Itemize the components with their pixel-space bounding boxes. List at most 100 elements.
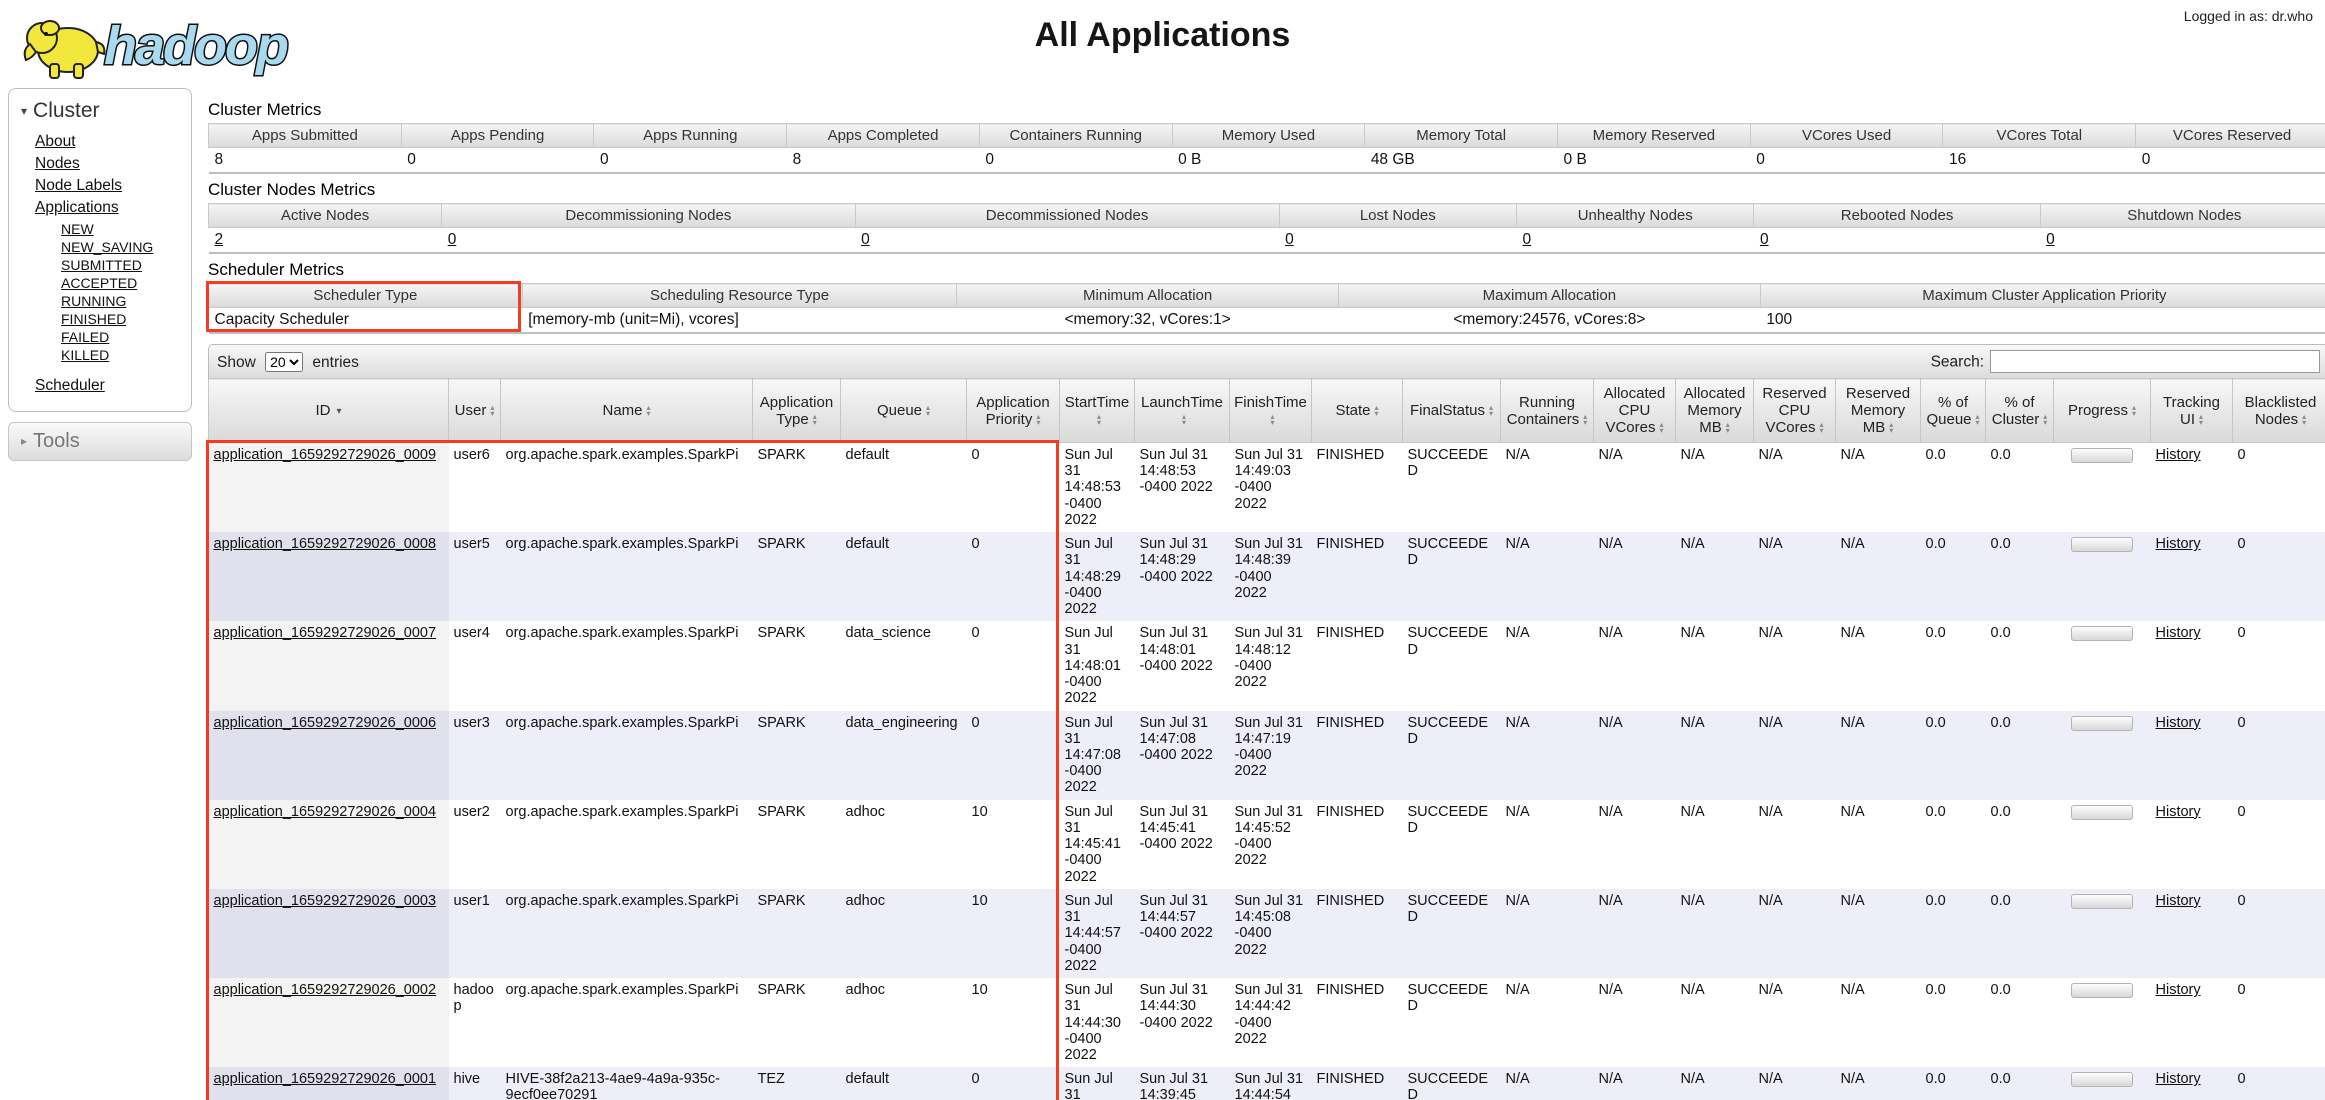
- cell-user: user5: [449, 532, 501, 621]
- application-link[interactable]: application_1659292729026_0001: [214, 1071, 437, 1087]
- cluster-nodes-metrics-title: Cluster Nodes Metrics: [208, 180, 2325, 200]
- sidebar-state-new-saving[interactable]: NEW_SAVING: [61, 239, 185, 255]
- rebooted-nodes-link[interactable]: 0: [1760, 231, 1769, 248]
- sidebar-state-submitted[interactable]: SUBMITTED: [61, 257, 185, 273]
- unhealthy-nodes-link[interactable]: 0: [1523, 231, 1532, 248]
- history-link[interactable]: History: [2156, 625, 2201, 641]
- sidebar-item-applications[interactable]: Applications: [35, 199, 185, 217]
- cell-tracking: History: [2151, 711, 2233, 800]
- cell-tracking: History: [2151, 532, 2233, 621]
- column-header-starttime[interactable]: StartTime▴▾: [1060, 379, 1135, 443]
- cluster-nav-box: ▾Cluster About Nodes Node Labels Applicatio…: [8, 88, 192, 412]
- cell-final-status: SUCCEEDED: [1403, 711, 1501, 800]
- cell-tracking: History: [2151, 889, 2233, 978]
- decommissioning-nodes-link[interactable]: 0: [448, 231, 457, 248]
- value-memory-reserved: 0 B: [1558, 148, 1751, 174]
- column-header-state[interactable]: State▴▾: [1312, 379, 1403, 443]
- column-header-finishtime[interactable]: FinishTime▴▾: [1230, 379, 1312, 443]
- column-header-blacklisted-nodes[interactable]: Blacklisted Nodes▴▾: [2233, 379, 2325, 443]
- sort-icon: ▴▾: [2132, 405, 2136, 417]
- cell-allocated-mem: N/A: [1676, 1067, 1754, 1100]
- cell-finish: Sun Jul 31 14:44:54 -0400 2022: [1230, 1067, 1312, 1100]
- search-input[interactable]: [1990, 350, 2320, 373]
- sidebar-state-new[interactable]: NEW: [61, 221, 185, 237]
- cell-state: FINISHED: [1312, 532, 1403, 621]
- column-label: Progress: [2068, 402, 2128, 419]
- column-label: Reserved CPU VCores: [1762, 385, 1826, 436]
- history-link[interactable]: History: [2156, 1071, 2201, 1087]
- application-link[interactable]: application_1659292729026_0007: [214, 625, 437, 641]
- column-header-reserved-cpu-vcores[interactable]: Reserved CPU VCores▴▾: [1754, 379, 1836, 443]
- column-header-tracking-ui[interactable]: Tracking UI▴▾: [2151, 379, 2233, 443]
- sidebar-item-nodes[interactable]: Nodes: [35, 155, 185, 173]
- cell-queue: default: [841, 1067, 967, 1100]
- cell-blacklisted: 0: [2233, 978, 2325, 1067]
- sort-icon: ▴▾: [2043, 414, 2047, 426]
- value-rebooted-nodes: 0: [1754, 228, 2040, 254]
- application-link[interactable]: application_1659292729026_0003: [214, 893, 437, 909]
- tools-nav-bar[interactable]: ▸Tools: [8, 422, 192, 461]
- application-link[interactable]: application_1659292729026_0004: [214, 804, 437, 820]
- page-size-select[interactable]: 20: [265, 352, 303, 372]
- sidebar-state-failed[interactable]: FAILED: [61, 329, 185, 345]
- lost-nodes-link[interactable]: 0: [1285, 231, 1294, 248]
- cluster-nav-title[interactable]: ▾Cluster: [15, 95, 185, 133]
- cell-final-status: SUCCEEDED: [1403, 978, 1501, 1067]
- table-row: application_1659292729026_0002hadooporg.…: [209, 978, 2325, 1067]
- cell-final-status: SUCCEEDED: [1403, 443, 1501, 533]
- shutdown-nodes-link[interactable]: 0: [2046, 231, 2055, 248]
- application-link[interactable]: application_1659292729026_0009: [214, 447, 437, 463]
- column-header-running-containers[interactable]: Running Containers▴▾: [1501, 379, 1594, 443]
- sidebar-item-about[interactable]: About: [35, 133, 185, 151]
- column-header-user[interactable]: User▴▾: [449, 379, 501, 443]
- history-link[interactable]: History: [2156, 536, 2201, 552]
- history-link[interactable]: History: [2156, 804, 2201, 820]
- column-header-queue[interactable]: Queue▴▾: [841, 379, 967, 443]
- cell-queue: adhoc: [841, 800, 967, 889]
- cell-allocated-cpu: N/A: [1594, 889, 1676, 978]
- sidebar-state-accepted[interactable]: ACCEPTED: [61, 275, 185, 291]
- column-header-name[interactable]: Name▴▾: [501, 379, 753, 443]
- application-link[interactable]: application_1659292729026_0002: [214, 982, 437, 998]
- sidebar-state-killed[interactable]: KILLED: [61, 347, 185, 363]
- col-decommissioned-nodes: Decommissioned Nodes: [855, 204, 1279, 228]
- column-header-finalstatus[interactable]: FinalStatus▴▾: [1403, 379, 1501, 443]
- sidebar-state-finished[interactable]: FINISHED: [61, 311, 185, 327]
- col-memory-total: Memory Total: [1365, 124, 1558, 148]
- application-link[interactable]: application_1659292729026_0008: [214, 536, 437, 552]
- sidebar-state-running[interactable]: RUNNING: [61, 293, 185, 309]
- column-header-allocated-cpu-vcores[interactable]: Allocated CPU VCores▴▾: [1594, 379, 1676, 443]
- column-header-of-cluster[interactable]: % of Cluster▴▾: [1986, 379, 2054, 443]
- column-label: State: [1335, 402, 1370, 419]
- cell-reserved-cpu: N/A: [1754, 889, 1836, 978]
- decommissioned-nodes-link[interactable]: 0: [861, 231, 870, 248]
- column-header-of-queue[interactable]: % of Queue▴▾: [1921, 379, 1986, 443]
- column-header-id[interactable]: ID▾: [209, 379, 449, 443]
- sidebar-item-node-labels[interactable]: Node Labels: [35, 177, 185, 195]
- history-link[interactable]: History: [2156, 447, 2201, 463]
- column-header-allocated-memory-mb[interactable]: Allocated Memory MB▴▾: [1676, 379, 1754, 443]
- history-link[interactable]: History: [2156, 893, 2201, 909]
- sort-icon: ▴▾: [1182, 414, 1186, 426]
- sort-icon: ▴▾: [1270, 414, 1274, 426]
- cell-launch: Sun Jul 31 14:44:30 -0400 2022: [1135, 978, 1230, 1067]
- column-header-application-type[interactable]: Application Type▴▾: [753, 379, 841, 443]
- column-header-launchtime[interactable]: LaunchTime▴▾: [1135, 379, 1230, 443]
- column-header-progress[interactable]: Progress ▴▾: [2054, 379, 2151, 443]
- history-link[interactable]: History: [2156, 715, 2201, 731]
- cell-reserved-cpu: N/A: [1754, 800, 1836, 889]
- table-row: application_1659292729026_0003user1org.a…: [209, 889, 2325, 978]
- column-header-application-priority[interactable]: Application Priority▴▾: [967, 379, 1060, 443]
- column-header-reserved-memory-mb[interactable]: Reserved Memory MB▴▾: [1836, 379, 1921, 443]
- history-link[interactable]: History: [2156, 982, 2201, 998]
- cell-progress: [2054, 532, 2151, 621]
- cell-allocated-cpu: N/A: [1594, 443, 1676, 533]
- cell-reserved-mem: N/A: [1836, 621, 1921, 710]
- cell-allocated-cpu: N/A: [1594, 800, 1676, 889]
- active-nodes-link[interactable]: 2: [215, 231, 224, 248]
- entries-label: entries: [312, 354, 359, 371]
- application-link[interactable]: application_1659292729026_0006: [214, 715, 437, 731]
- cell-user: hive: [449, 1067, 501, 1100]
- sidebar-item-scheduler[interactable]: Scheduler: [35, 377, 105, 394]
- cell-name: org.apache.spark.examples.SparkPi: [501, 800, 753, 889]
